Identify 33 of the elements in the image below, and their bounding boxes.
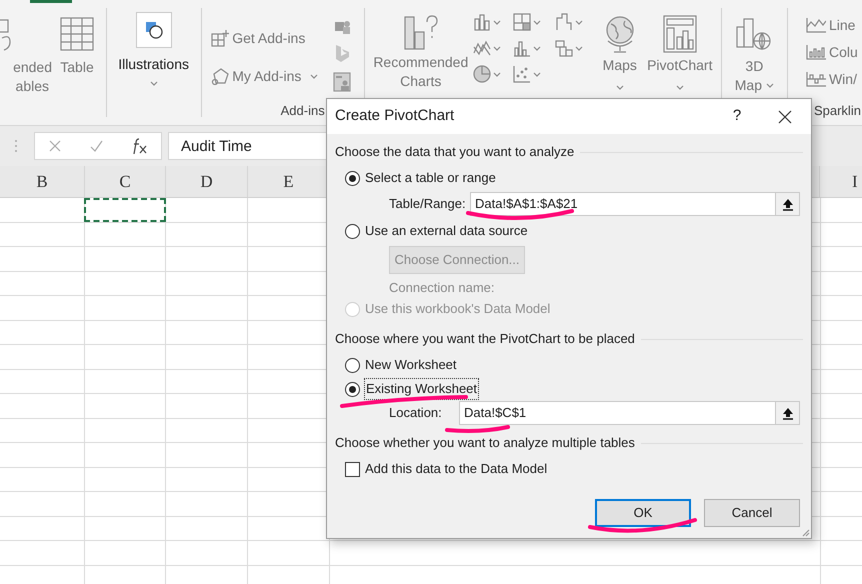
- section-heading: Choose where you want the PivotChart to be placed: [335, 330, 635, 348]
- group-label: Add-ins: [280, 102, 325, 120]
- button-label: ables: [16, 77, 50, 96]
- pivotchart-button[interactable]: PivotChart: [642, 0, 717, 125]
- connection-name-label: Connection name:: [389, 279, 495, 296]
- field-label: Location:: [389, 404, 443, 422]
- column-header[interactable]: I: [820, 166, 862, 197]
- my-add-ins-button[interactable]: My Add-ins: [211, 64, 330, 88]
- field-label: Table/Range:: [389, 195, 467, 214]
- range-field[interactable]: Data!$C$1: [459, 401, 800, 425]
- section-heading: Choose whether you want to analyze multiple tables: [335, 434, 635, 452]
- range-field[interactable]: Data!$A$1:$A$21: [470, 192, 800, 216]
- help-button[interactable]: ?: [717, 102, 757, 132]
- dialog-button[interactable]: OK: [595, 499, 691, 527]
- group-label: Sparklin: [814, 102, 862, 120]
- radio-option[interactable]: Existing Worksheet: [345, 379, 478, 399]
- sparkline-button[interactable]: Line: [806, 14, 862, 36]
- dialog-button[interactable]: Cancel: [704, 499, 800, 527]
- column-header[interactable]: D: [166, 166, 248, 197]
- column-header[interactable]: C: [85, 166, 166, 197]
- radio-option[interactable]: New Worksheet: [345, 355, 457, 375]
- table-button[interactable]: Table: [52, 0, 102, 125]
- sparkline-button[interactable]: Colu: [806, 41, 862, 63]
- button-label: ended: [13, 58, 52, 77]
- radio-option[interactable]: Select a table or range: [345, 168, 496, 188]
- illustrations-button[interactable]: Illustrations: [110, 0, 197, 125]
- radio-option[interactable]: Use an external data source: [345, 221, 528, 241]
- sparkline-button[interactable]: Win/: [806, 68, 862, 90]
- get-add-ins-button[interactable]: Get Add-ins: [211, 26, 330, 50]
- maps-button[interactable]: Maps: [596, 0, 643, 125]
- checkbox-option[interactable]: Add this data to the Data Model: [345, 459, 548, 479]
- dialog-title: Create PivotChart: [335, 106, 456, 126]
- column-header[interactable]: B: [0, 166, 85, 197]
